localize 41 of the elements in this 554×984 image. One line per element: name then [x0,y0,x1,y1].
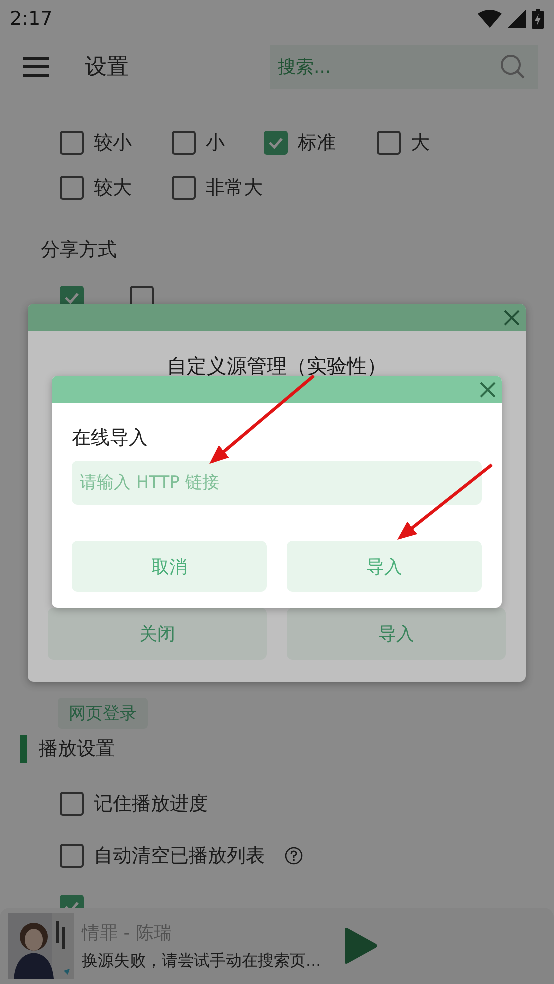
option-label: 大 [411,131,430,156]
signal-icon [508,10,526,28]
checkbox[interactable] [172,131,196,155]
search-field[interactable]: 搜索... [270,45,538,89]
checkbox[interactable] [60,792,84,816]
option-label: 小 [206,131,225,156]
close-icon[interactable] [504,310,520,326]
option-label: 记住播放进度 [94,792,208,817]
battery-icon [532,9,544,29]
close-icon[interactable] [480,382,496,398]
option-label: 非常大 [206,176,263,201]
status-time: 2:17 [10,8,53,30]
dialog-button[interactable]: 导入 [287,608,506,660]
checkbox[interactable] [377,131,401,155]
dialog-button[interactable]: 导入 [287,541,482,592]
dialog-button[interactable]: 取消 [72,541,267,592]
section-marker [20,735,27,763]
option-label: 较大 [94,176,132,201]
play-icon[interactable] [343,927,380,965]
dialog-title: 在线导入 [72,426,149,451]
checkbox[interactable] [60,895,84,909]
section-title: 播放设置 [39,737,115,762]
wifi-icon [478,10,502,28]
url-input-field[interactable]: 请输入 HTTP 链接 [72,461,482,505]
help-icon[interactable] [285,847,303,865]
checkbox[interactable] [264,131,288,155]
checkbox[interactable] [60,844,84,868]
option-label: 标准 [298,131,336,156]
dialog-title: 自定义源管理（实验性） [166,353,388,380]
check-icon [65,902,79,909]
option-label: 自动清空已播放列表 [94,844,265,869]
dialog-button[interactable]: 关闭 [48,608,267,660]
player-status: 换源失败，请尝试手动在搜索页... [82,950,322,972]
checkbox[interactable] [60,131,84,155]
web-login-button[interactable]: 网页登录 [58,698,148,729]
menu-icon[interactable] [23,57,49,77]
section-title: 分享方式 [40,238,118,263]
checkbox[interactable] [60,176,84,200]
checkbox[interactable] [172,176,196,200]
page-title: 设置 [85,54,129,82]
option-label: 较小 [94,131,132,156]
